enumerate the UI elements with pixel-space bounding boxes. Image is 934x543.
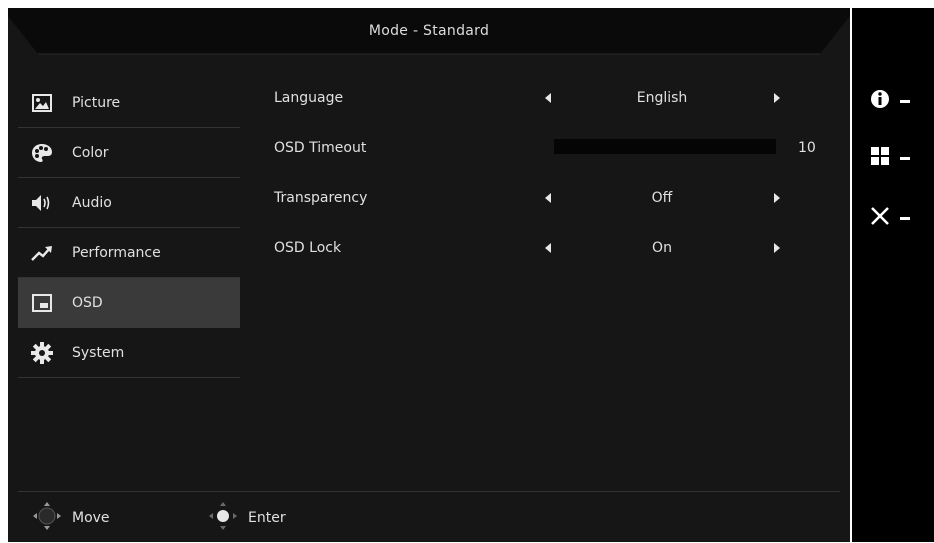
sidebar-item-label: System [72,344,125,361]
info-icon [870,89,890,113]
arrow-left-icon[interactable] [545,243,551,253]
footer-move: Move [32,498,110,538]
osd-timeout-label: OSD Timeout [274,140,367,156]
sidebar-item-color[interactable]: Color [18,128,240,178]
sidebar: Picture Color Audio Performance OSD Syst… [18,78,240,378]
arrow-right-icon[interactable] [774,243,780,253]
footer-enter: Enter [208,498,286,538]
move-label: Move [72,510,110,526]
sidebar-item-audio[interactable]: Audio [18,178,240,228]
menu-grid-icon [870,146,890,170]
dash-mark [900,216,910,220]
sidebar-item-system[interactable]: System [18,328,240,378]
sidebar-item-label: Performance [72,244,161,261]
dash-mark [900,99,910,103]
sidebar-item-osd[interactable]: OSD [18,278,240,328]
footer: Move Enter [8,498,850,538]
setting-row-osd-timeout[interactable]: OSD Timeout 10 [274,123,834,173]
osd-lock-value: On [652,240,672,256]
setting-row-osd-lock[interactable]: OSD Lock On [274,223,834,273]
enter-label: Enter [248,510,286,526]
gear-icon [30,341,54,365]
sidebar-item-label: Picture [72,94,121,111]
dpad-enter-icon [208,501,238,535]
sidebar-item-label: Audio [72,194,112,211]
sidebar-item-picture[interactable]: Picture [18,78,240,128]
trend-icon [30,241,54,265]
footer-divider [18,491,840,492]
hotkey-menu[interactable] [870,143,930,173]
arrow-left-icon[interactable] [545,193,551,203]
sidebar-item-performance[interactable]: Performance [18,228,240,278]
osd-window-icon [30,291,54,315]
language-label: Language [274,90,344,106]
arrow-right-icon[interactable] [774,193,780,203]
picture-icon [30,91,54,115]
mode-title: Mode - Standard [368,23,490,39]
osd-timeout-value: 10 [798,140,816,156]
setting-row-language[interactable]: Language English [274,73,834,123]
sidebar-item-label: Color [72,144,109,161]
osd-header: Mode - Standard [8,8,850,58]
osd-timeout-slider[interactable] [554,139,776,154]
osd-menu: Mode - Standard Picture Color Audio Perf… [8,8,850,542]
sidebar-item-label: OSD [72,295,103,311]
hotkey-panel [852,8,934,542]
hotkey-info[interactable] [870,86,930,116]
transparency-value: Off [651,190,673,206]
speaker-icon [30,191,54,215]
arrow-left-icon[interactable] [545,93,551,103]
language-value: English [636,90,688,106]
hotkey-close[interactable] [870,203,930,233]
arrow-right-icon[interactable] [774,93,780,103]
setting-row-transparency[interactable]: Transparency Off [274,173,834,223]
osd-lock-label: OSD Lock [274,240,342,256]
transparency-label: Transparency [274,190,368,206]
dpad-move-icon [32,501,62,535]
palette-icon [30,141,54,165]
dash-mark [900,156,910,160]
close-icon [870,206,890,230]
